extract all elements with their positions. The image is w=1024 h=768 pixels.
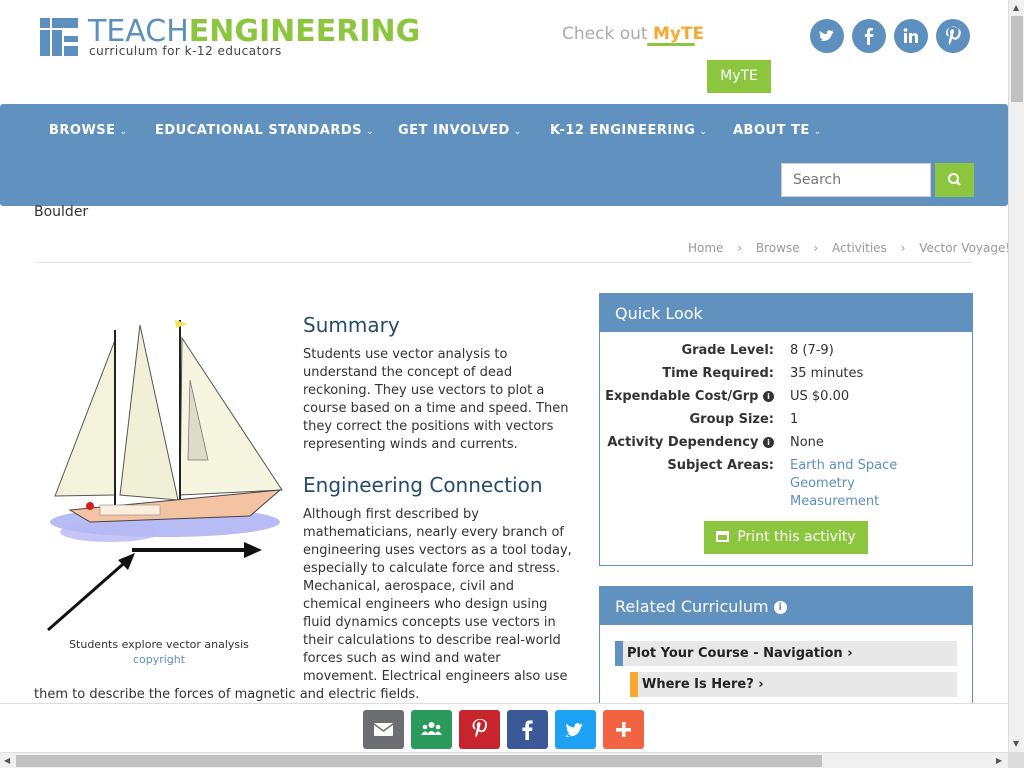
summary-text: Students use vector analysis to understa… <box>303 347 569 452</box>
breadcrumb-browse[interactable]: Browse › <box>756 241 818 255</box>
subject-link[interactable]: Geometry <box>790 476 855 491</box>
institution-label: Boulder <box>34 204 89 220</box>
checkout-myte-link[interactable]: Check out MyTE <box>562 24 704 44</box>
chevron-right-icon: › <box>758 677 764 692</box>
myte-button[interactable]: MyTE <box>707 60 771 93</box>
chevron-down-icon: ⌄ <box>513 127 522 137</box>
print-icon <box>716 531 730 542</box>
breadcrumb: Home › Browse › Activities › Vector Voya… <box>688 241 1020 255</box>
chevron-down-icon: ⌄ <box>366 127 375 137</box>
nav-about-te[interactable]: ABOUT TE ⌄ <box>733 123 822 138</box>
print-activity-button[interactable]: Print this activity <box>704 521 868 554</box>
copyright-link[interactable]: copyright <box>34 653 284 666</box>
cost-value: US $0.00 <box>790 389 850 404</box>
chevron-down-icon: ⌄ <box>119 127 128 137</box>
related-curriculum-panel: Related Curriculum i Plot Your Course - … <box>599 586 973 716</box>
subject-link[interactable]: Earth and Space <box>790 458 897 473</box>
facebook-icon[interactable] <box>507 710 548 749</box>
logo-tagline: curriculum for k-12 educators <box>89 44 282 58</box>
pinterest-icon[interactable] <box>459 710 500 749</box>
breadcrumb-activities[interactable]: Activities › <box>832 241 905 255</box>
twitter-icon[interactable] <box>555 710 596 749</box>
engineering-connection-heading: Engineering Connection <box>303 473 543 497</box>
engineering-connection-text-tail: them to describe the forces of magnetic … <box>34 687 420 702</box>
engineering-connection-text: Although first described by mathematicia… <box>303 507 572 684</box>
time-required-value: 35 minutes <box>790 366 864 381</box>
group-icon[interactable] <box>411 710 452 749</box>
group-size-label: Group Size: <box>689 412 775 427</box>
plus-icon[interactable] <box>603 710 644 749</box>
level-bar <box>615 641 623 666</box>
email-icon[interactable] <box>363 710 404 749</box>
vertical-scrollbar[interactable]: ▲ ▼ <box>1008 0 1024 752</box>
search-button[interactable] <box>935 163 974 197</box>
share-bar <box>0 703 1008 752</box>
nav-k12-engineering[interactable]: K-12 ENGINEERING ⌄ <box>550 123 707 138</box>
scroll-left-icon[interactable]: ◀ <box>4 756 10 765</box>
chevron-right-icon: › <box>847 646 853 661</box>
grade-level-value: 8 (7-9) <box>790 343 834 358</box>
te-logo-icon <box>40 18 78 56</box>
horizontal-scrollbar[interactable]: ◀ ▶ <box>0 752 1008 768</box>
breadcrumb-home[interactable]: Home › <box>688 241 742 255</box>
breadcrumb-current: Vector Voyage! <box>919 241 1011 255</box>
scroll-down-icon[interactable]: ▼ <box>1013 739 1019 748</box>
scroll-right-icon[interactable]: ▶ <box>996 756 1002 765</box>
nav-educational-standards[interactable]: EDUCATIONAL STANDARDS ⌄ <box>155 123 374 138</box>
related-curriculum-title: Related Curriculum i <box>600 587 972 625</box>
search-icon <box>948 173 961 186</box>
twitter-icon[interactable] <box>810 19 844 53</box>
quick-look-panel: Quick Look Grade Level: 8 (7-9) Time Req… <box>599 293 973 566</box>
group-size-value: 1 <box>790 412 799 427</box>
horizontal-scroll-thumb[interactable] <box>16 755 822 767</box>
divider <box>34 262 973 263</box>
chevron-down-icon: ⌄ <box>699 127 708 137</box>
search-input[interactable] <box>781 163 931 197</box>
pinterest-icon[interactable] <box>936 19 970 53</box>
sailboat-vector-image[interactable] <box>40 310 300 640</box>
info-icon[interactable]: i <box>773 601 787 614</box>
chevron-down-icon: ⌄ <box>813 127 822 137</box>
scrollbar-corner <box>1008 752 1024 768</box>
info-icon[interactable]: i <box>763 391 774 402</box>
summary-heading: Summary <box>303 313 400 337</box>
linkedin-icon[interactable] <box>894 19 928 53</box>
subject-link[interactable]: Measurement <box>790 494 879 509</box>
scroll-up-icon[interactable]: ▲ <box>1013 3 1019 12</box>
activity-dependency-value: None <box>790 435 824 450</box>
grade-level-label: Grade Level: <box>681 343 774 358</box>
info-icon[interactable]: i <box>763 437 774 448</box>
facebook-icon[interactable] <box>852 19 886 53</box>
vertical-scroll-thumb[interactable] <box>1011 16 1023 102</box>
subject-areas-label: Subject Areas: <box>667 458 774 473</box>
related-item[interactable]: Plot Your Course - Navigation › <box>615 641 957 666</box>
myte-underline <box>647 43 695 46</box>
activity-dependency-label: Activity Dependency i <box>607 435 774 450</box>
quick-look-title: Quick Look <box>600 294 972 332</box>
teachengineering-logo[interactable]: TEACHENGINEERING curriculum for k-12 edu… <box>40 14 420 62</box>
cost-label: Expendable Cost/Grp i <box>605 389 774 404</box>
main-navbar: BROWSE ⌄ EDUCATIONAL STANDARDS ⌄ GET INVOL… <box>0 104 1008 206</box>
level-bar <box>630 672 638 697</box>
site-header: TEACHENGINEERING curriculum for k-12 edu… <box>0 0 1008 104</box>
time-required-label: Time Required: <box>662 366 774 381</box>
nav-get-involved[interactable]: GET INVOLVED ⌄ <box>398 123 522 138</box>
related-item[interactable]: Where Is Here? › <box>630 672 957 697</box>
nav-browse[interactable]: BROWSE ⌄ <box>49 123 128 138</box>
image-caption: Students explore vector analysis <box>69 638 249 651</box>
